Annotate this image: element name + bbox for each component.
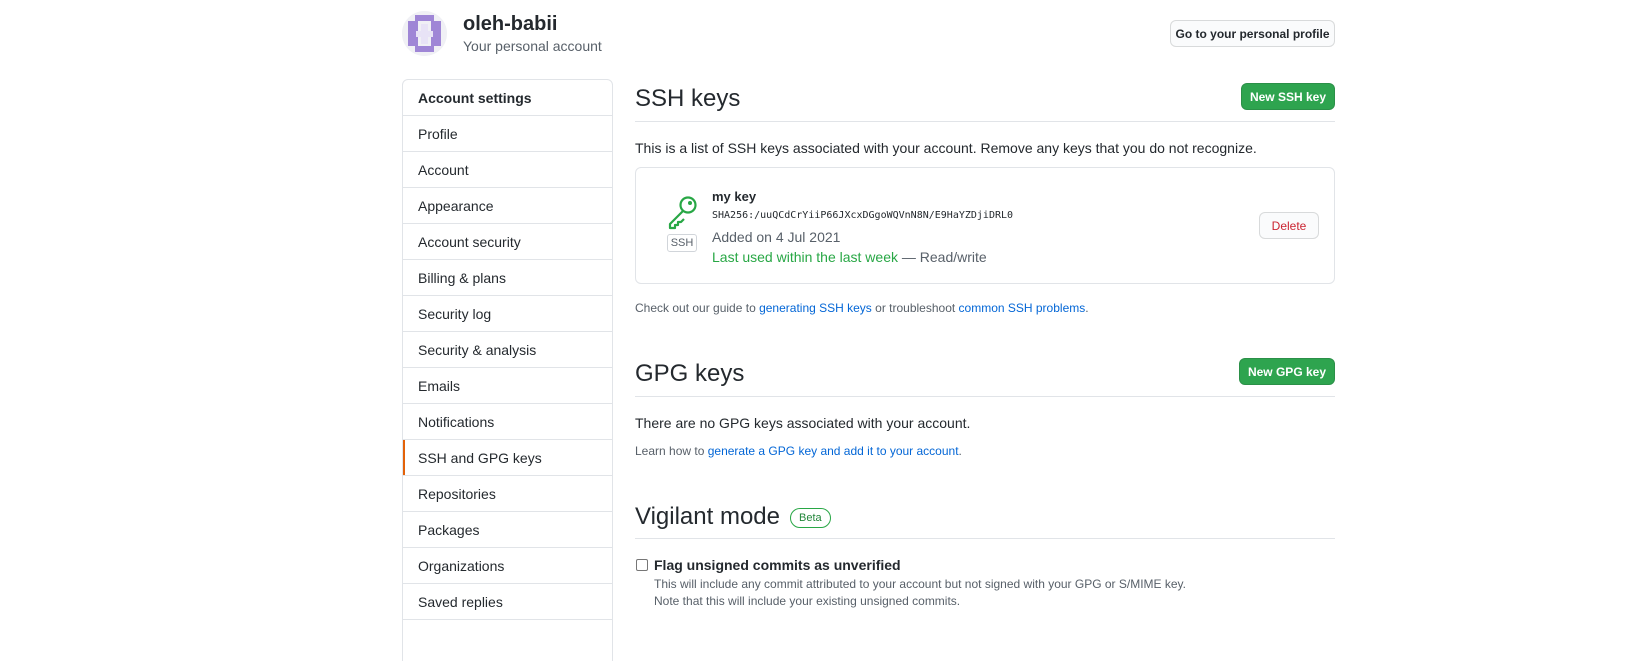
vigilant-help-line-2: Note that this will include your existin…	[654, 594, 961, 608]
gpg-learn-suffix: .	[958, 444, 962, 458]
ssh-key-fingerprint: SHA256:/uuQCdCrYiiP66JXcxDGgoWQVnN8N/E9H…	[712, 210, 1014, 221]
vigilant-help-line-1: This will include any commit attributed …	[654, 577, 1187, 591]
new-gpg-key-button[interactable]: New GPG key	[1239, 358, 1335, 385]
vigilant-divider	[635, 538, 1335, 539]
ssh-guide-suffix: .	[1085, 301, 1089, 315]
identicon-icon	[402, 11, 447, 56]
sidebar-item-emails[interactable]: Emails	[403, 368, 612, 404]
go-to-profile-button[interactable]: Go to your personal profile	[1170, 20, 1335, 47]
delete-ssh-key-button[interactable]: Delete	[1259, 212, 1319, 239]
flag-unsigned-commits-checkbox[interactable]	[636, 559, 648, 571]
gpg-empty-message: There are no GPG keys associated with yo…	[635, 415, 971, 431]
ssh-key-last-used-text: Last used within the last week	[712, 249, 898, 265]
sidebar-item-ssh-gpg-keys[interactable]: SSH and GPG keys	[403, 440, 612, 476]
ssh-key-added-date: Added on 4 Jul 2021	[712, 229, 841, 245]
settings-sidebar: Account settings Profile Account Appeara…	[402, 79, 613, 661]
ssh-guide-middle: or troubleshoot	[871, 301, 959, 315]
ssh-key-access: — Read/write	[898, 249, 987, 265]
ssh-guide-prefix: Check out our guide to	[635, 301, 760, 315]
sidebar-item-saved-replies[interactable]: Saved replies	[403, 584, 612, 620]
ssh-key-title: my key	[712, 189, 757, 204]
ssh-keys-heading: SSH keys	[635, 85, 741, 112]
account-subtitle: Your personal account	[463, 38, 602, 54]
generate-gpg-key-link[interactable]: generate a GPG key and add it to your ac…	[708, 444, 959, 458]
sidebar-header: Account settings	[403, 80, 612, 116]
ssh-key-item	[635, 167, 1335, 284]
ssh-key-last-used: Last used within the last week — Read/wr…	[712, 249, 987, 265]
new-ssh-key-button[interactable]: New SSH key	[1241, 83, 1335, 110]
ssh-description: This is a list of SSH keys associated wi…	[635, 140, 1257, 156]
ssh-key-type-badge: SSH	[667, 234, 697, 252]
common-ssh-problems-link[interactable]: common SSH problems	[959, 301, 1086, 315]
beta-badge: Beta	[790, 508, 831, 528]
vigilant-mode-heading: Vigilant mode	[635, 503, 780, 530]
sidebar-item-appearance[interactable]: Appearance	[403, 188, 612, 224]
sidebar-item-profile[interactable]: Profile	[403, 116, 612, 152]
sidebar-item-security-analysis[interactable]: Security & analysis	[403, 332, 612, 368]
gpg-learn-prefix: Learn how to	[635, 444, 708, 458]
avatar[interactable]	[402, 11, 447, 56]
sidebar-item-repositories[interactable]: Repositories	[403, 476, 612, 512]
ssh-guide-text: Check out our guide to generating SSH ke…	[635, 301, 1089, 315]
sidebar-item-account[interactable]: Account	[403, 152, 612, 188]
sidebar-item-packages[interactable]: Packages	[403, 512, 612, 548]
sidebar-item-notifications[interactable]: Notifications	[403, 404, 612, 440]
gpg-learn-text: Learn how to generate a GPG key and add …	[635, 444, 962, 458]
gpg-divider	[635, 396, 1335, 397]
sidebar-item-security-log[interactable]: Security log	[403, 296, 612, 332]
flag-unsigned-commits-label[interactable]: Flag unsigned commits as unverified	[654, 557, 901, 573]
sidebar-item-billing[interactable]: Billing & plans	[403, 260, 612, 296]
gpg-keys-heading: GPG keys	[635, 360, 745, 387]
ssh-divider	[635, 121, 1335, 122]
sidebar-item-organizations[interactable]: Organizations	[403, 548, 612, 584]
sidebar-item-account-security[interactable]: Account security	[403, 224, 612, 260]
account-username[interactable]: oleh-babii	[463, 13, 557, 36]
generating-ssh-keys-link[interactable]: generating SSH keys	[759, 301, 872, 315]
key-icon	[668, 196, 697, 230]
